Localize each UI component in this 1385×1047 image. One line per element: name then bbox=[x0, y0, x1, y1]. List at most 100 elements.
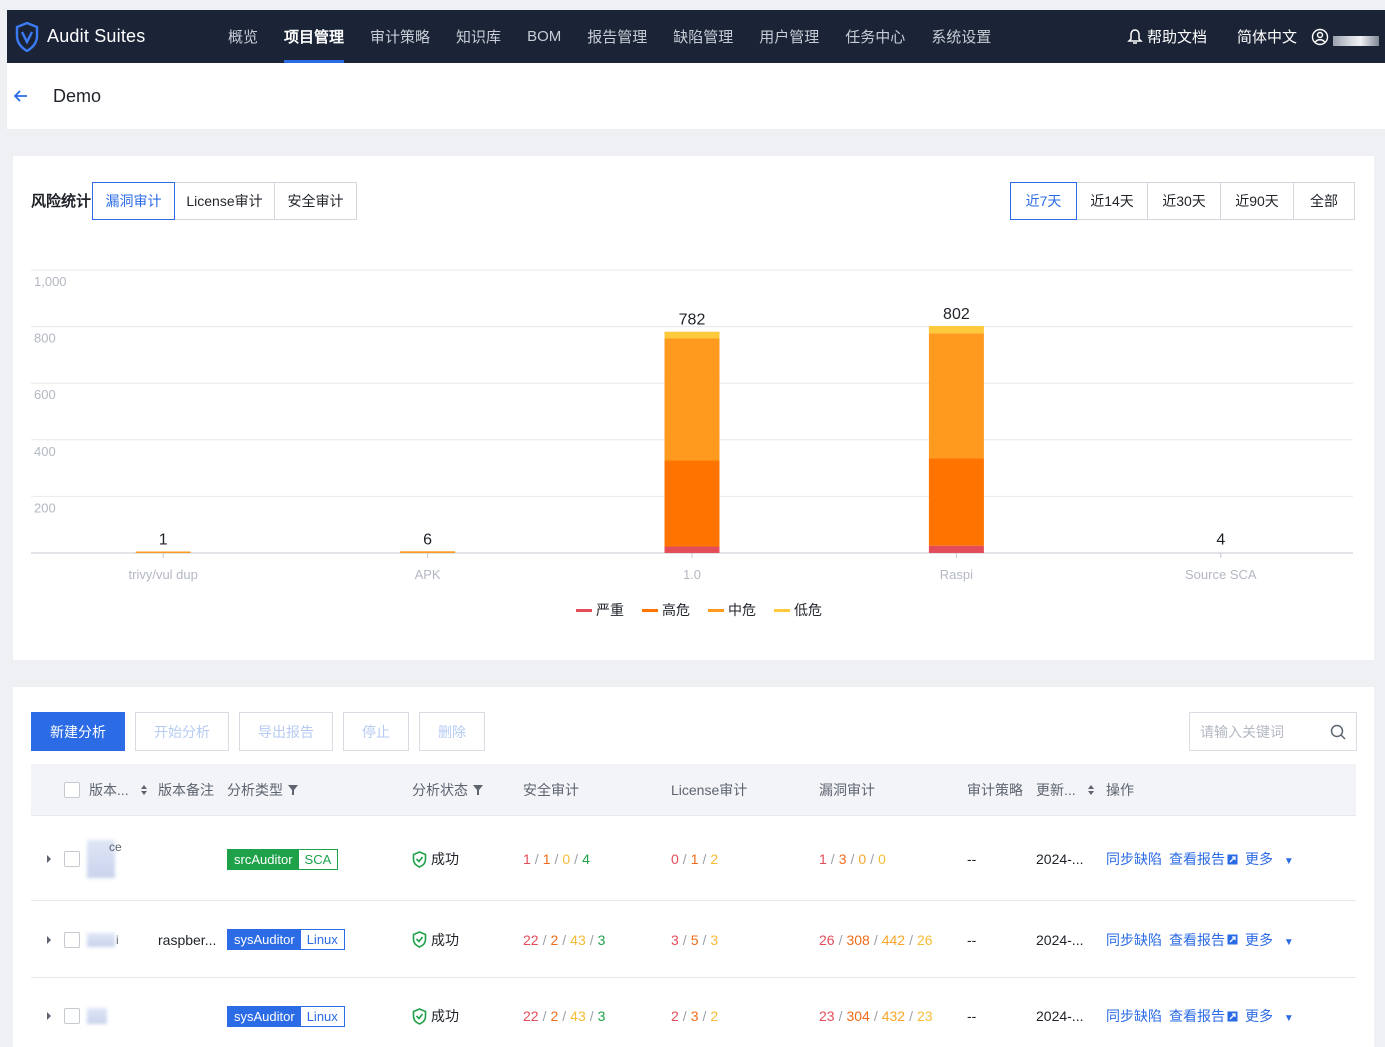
tab-30-days[interactable]: 近30天 bbox=[1147, 182, 1221, 220]
delete-button[interactable]: 删除 bbox=[419, 712, 485, 751]
more-dropdown[interactable]: 更多 ▼ bbox=[1245, 930, 1301, 950]
table-row: i raspber... sysAuditor Linux 成功 22/2/43/… bbox=[31, 901, 1356, 978]
bell-icon bbox=[1127, 28, 1143, 44]
security-audit-counts[interactable]: 1/1/0/4 bbox=[523, 817, 590, 901]
more-dropdown[interactable]: 更多 ▼ bbox=[1245, 1006, 1301, 1026]
bar-segment bbox=[664, 546, 720, 553]
view-report-link[interactable]: 查看报告 bbox=[1169, 930, 1238, 950]
legend-medium[interactable]: 中危 bbox=[708, 600, 756, 620]
col-updated[interactable]: 更新... bbox=[1036, 764, 1096, 816]
tab-vuln-audit[interactable]: 漏洞审计 bbox=[92, 182, 175, 220]
tab-all[interactable]: 全部 bbox=[1293, 182, 1355, 220]
stop-button[interactable]: 停止 bbox=[343, 712, 409, 751]
search-input[interactable] bbox=[1200, 723, 1330, 740]
bar-segment bbox=[928, 545, 984, 553]
bar-segment bbox=[664, 460, 720, 547]
expand-row-toggle[interactable] bbox=[45, 901, 53, 978]
expand-row-toggle[interactable] bbox=[45, 978, 53, 1047]
license-audit-counts[interactable]: 3/5/3 bbox=[671, 901, 718, 978]
tab-7-days[interactable]: 近7天 bbox=[1010, 182, 1077, 220]
tab-90-days[interactable]: 近90天 bbox=[1220, 182, 1294, 220]
expand-row-toggle[interactable] bbox=[45, 817, 53, 901]
sync-defects-link[interactable]: 同步缺陷 bbox=[1106, 849, 1162, 869]
language-switcher[interactable]: 简体中文 bbox=[1237, 26, 1297, 47]
legend-high[interactable]: 高危 bbox=[642, 600, 690, 620]
security-audit-counts[interactable]: 22/2/43/3 bbox=[523, 901, 605, 978]
col-vuln-audit: 漏洞审计 bbox=[819, 782, 875, 798]
audit-policy-value: -- bbox=[967, 1008, 977, 1024]
security-audit-counts[interactable]: 22/2/43/3 bbox=[523, 978, 605, 1047]
bar-total-label: 782 bbox=[679, 312, 706, 329]
bar-segment bbox=[928, 333, 984, 459]
version-name[interactable] bbox=[87, 978, 107, 1047]
col-analysis-status[interactable]: 分析状态 bbox=[412, 764, 483, 816]
export-report-button[interactable]: 导出报告 bbox=[239, 712, 333, 751]
nav-audit-policy[interactable]: 审计策略 bbox=[357, 10, 443, 63]
external-link-icon bbox=[1227, 934, 1238, 945]
updated-time: 2024-... bbox=[1036, 851, 1084, 867]
license-audit-counts[interactable]: 2/3/2 bbox=[671, 978, 718, 1047]
search-icon[interactable] bbox=[1330, 724, 1346, 740]
row-checkbox[interactable] bbox=[64, 978, 80, 1047]
version-name[interactable]: i bbox=[87, 901, 119, 978]
bar-total-label: 802 bbox=[943, 306, 970, 323]
row-checkbox[interactable] bbox=[64, 817, 80, 901]
caret-down-icon: ▼ bbox=[1283, 856, 1294, 867]
start-analysis-button[interactable]: 开始分析 bbox=[135, 712, 229, 751]
top-navbar: Audit Suites 概览 项目管理 审计策略 知识库 BOM 报告管理 缺… bbox=[7, 10, 1385, 63]
y-tick-label: 800 bbox=[34, 331, 56, 346]
nav-defect-management[interactable]: 缺陷管理 bbox=[660, 10, 746, 63]
tab-14-days[interactable]: 近14天 bbox=[1076, 182, 1148, 220]
vuln-audit-counts[interactable]: 23/304/432/23 bbox=[819, 978, 933, 1047]
nav-task-center[interactable]: 任务中心 bbox=[832, 10, 918, 63]
vuln-audit-counts[interactable]: 26/308/442/26 bbox=[819, 901, 933, 978]
col-analysis-type[interactable]: 分析类型 bbox=[227, 764, 298, 816]
nav-user-management[interactable]: 用户管理 bbox=[746, 10, 832, 63]
audit-type-tabs: 漏洞审计 License审计 安全审计 bbox=[92, 182, 357, 220]
legend-low[interactable]: 低危 bbox=[774, 600, 822, 620]
sort-icon[interactable] bbox=[1086, 784, 1096, 796]
vuln-audit-counts[interactable]: 1/3/0/0 bbox=[819, 817, 886, 901]
tab-license-audit[interactable]: License审计 bbox=[174, 182, 275, 220]
more-dropdown[interactable]: 更多 ▼ bbox=[1245, 849, 1301, 869]
view-report-link[interactable]: 查看报告 bbox=[1169, 849, 1238, 869]
chart-legend: 严重 高危 中危 低危 bbox=[576, 600, 840, 620]
analysis-type-tag: srcAuditor SCA bbox=[227, 817, 339, 901]
col-audit-policy: 审计策略 bbox=[967, 782, 1023, 798]
back-arrow-icon[interactable] bbox=[13, 88, 29, 104]
license-audit-counts[interactable]: 0/1/2 bbox=[671, 817, 718, 901]
nav-system-settings[interactable]: 系统设置 bbox=[918, 10, 1004, 63]
sync-defects-link[interactable]: 同步缺陷 bbox=[1106, 930, 1162, 950]
col-actions: 操作 bbox=[1106, 782, 1134, 798]
y-tick-label: 200 bbox=[34, 500, 56, 515]
new-analysis-button[interactable]: 新建分析 bbox=[31, 712, 125, 751]
brand-name: Audit Suites bbox=[47, 26, 146, 46]
table-toolbar: 新建分析 开始分析 导出报告 停止 删除 bbox=[31, 712, 495, 751]
nav-overview[interactable]: 概览 bbox=[215, 10, 271, 63]
filter-icon[interactable] bbox=[473, 785, 483, 795]
bar-total-label: 6 bbox=[423, 531, 432, 548]
caret-right-icon bbox=[47, 855, 51, 863]
sort-icon[interactable] bbox=[139, 784, 149, 796]
col-license-audit: License审计 bbox=[671, 782, 748, 798]
nav-knowledge-base[interactable]: 知识库 bbox=[443, 10, 514, 63]
legend-critical[interactable]: 严重 bbox=[576, 600, 624, 620]
sync-defects-link[interactable]: 同步缺陷 bbox=[1106, 1006, 1162, 1026]
help-docs-link[interactable]: 帮助文档 bbox=[1127, 26, 1207, 47]
col-version[interactable]: 版本... bbox=[89, 764, 149, 816]
nav-bom[interactable]: BOM bbox=[514, 10, 574, 63]
updated-time: 2024-... bbox=[1036, 1008, 1084, 1024]
row-checkbox[interactable] bbox=[64, 901, 80, 978]
version-name[interactable]: ce bbox=[87, 817, 122, 901]
nav-report-management[interactable]: 报告管理 bbox=[574, 10, 660, 63]
brand[interactable]: Audit Suites bbox=[7, 21, 207, 52]
select-all-checkbox[interactable] bbox=[64, 764, 80, 816]
username-redacted bbox=[1333, 35, 1379, 46]
user-menu[interactable] bbox=[1311, 28, 1379, 46]
filter-icon[interactable] bbox=[288, 785, 298, 795]
view-report-link[interactable]: 查看报告 bbox=[1169, 1006, 1238, 1026]
nav-project-management[interactable]: 项目管理 bbox=[271, 10, 357, 63]
x-tick-label: Raspi bbox=[940, 567, 973, 582]
tab-security-audit[interactable]: 安全审计 bbox=[274, 182, 357, 220]
page-title: Demo bbox=[53, 85, 102, 106]
